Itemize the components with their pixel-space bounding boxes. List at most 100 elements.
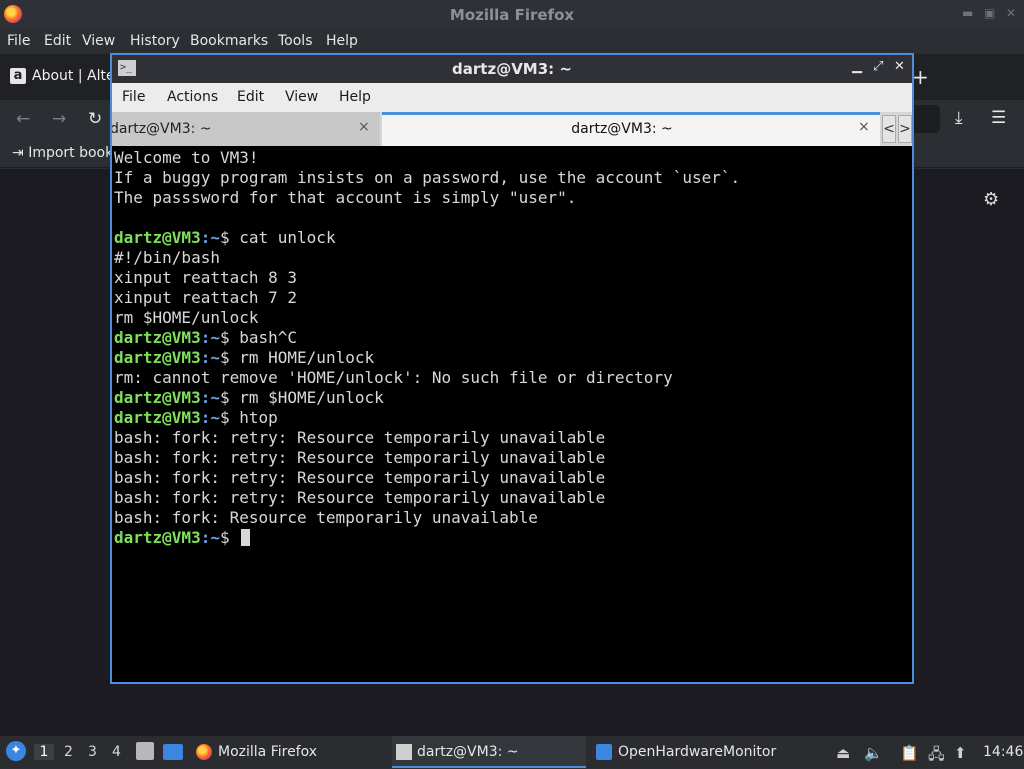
tab-label: dartz@VM3: ~ xyxy=(571,121,673,137)
menu-bookmarks[interactable]: Bookmarks xyxy=(190,33,268,49)
prompt-path: :~ xyxy=(200,408,220,427)
terminal-output-line: bash: fork: Resource temporarily unavail… xyxy=(114,508,910,528)
minimize-icon[interactable]: ▁ xyxy=(852,59,862,74)
tab-scroll-right-button[interactable]: > xyxy=(898,115,912,143)
show-desktop-icon[interactable] xyxy=(163,744,183,760)
line-text: htop xyxy=(229,408,278,427)
menu-help[interactable]: Help xyxy=(339,89,371,105)
start-menu-icon[interactable]: ✦ xyxy=(6,741,26,761)
prompt-path: :~ xyxy=(200,328,220,347)
line-text: rm: cannot remove 'HOME/unlock': No such… xyxy=(114,368,673,387)
task-terminal[interactable]: dartz@VM3: ~ xyxy=(392,736,586,768)
back-arrow-icon[interactable]: ← xyxy=(16,109,30,129)
update-icon[interactable]: ⬆ xyxy=(954,744,967,762)
prompt-symbol: $ xyxy=(219,348,230,367)
terminal-tab[interactable]: dartz@VM3: ~ × xyxy=(112,112,380,146)
prompt-user: dartz@VM3 xyxy=(114,328,201,347)
reload-icon[interactable]: ↻ xyxy=(88,109,102,129)
line-text: bash: fork: Resource temporarily unavail… xyxy=(114,508,538,527)
terminal-output-line: rm: cannot remove 'HOME/unlock': No such… xyxy=(114,368,910,388)
menu-view[interactable]: View xyxy=(82,33,115,49)
url-bar[interactable] xyxy=(910,105,940,133)
line-text: bash: fork: retry: Resource temporarily … xyxy=(114,428,606,447)
prompt-path: :~ xyxy=(200,528,220,547)
prompt-symbol: $ xyxy=(219,388,230,407)
hamburger-menu-icon[interactable]: ☰ xyxy=(991,108,1006,128)
download-icon[interactable]: ⤓ xyxy=(955,108,963,128)
clipboard-icon[interactable]: 📋 xyxy=(900,744,919,762)
task-label: OpenHardwareMonitor xyxy=(618,744,777,760)
text-cursor xyxy=(241,529,251,546)
maximize-icon[interactable]: ⤢ xyxy=(873,59,883,74)
import-bookmarks-button[interactable]: ⇥ Import book xyxy=(12,145,113,161)
terminal-output-line: #!/bin/bash xyxy=(114,248,910,268)
task-firefox[interactable]: Mozilla Firefox xyxy=(192,736,382,768)
line-text: rm HOME/unlock xyxy=(229,348,375,367)
task-label: dartz@VM3: ~ xyxy=(417,744,519,760)
usb-icon[interactable]: ⏏ xyxy=(836,744,850,762)
tab-scroll-left-button[interactable]: < xyxy=(882,115,896,143)
maximize-icon[interactable]: ▣ xyxy=(984,6,995,20)
line-text: rm $HOME/unlock xyxy=(114,308,259,327)
prompt-path: :~ xyxy=(200,348,220,367)
task-openhardwaremonitor[interactable]: OpenHardwareMonitor xyxy=(592,736,792,768)
forward-arrow-icon[interactable]: → xyxy=(52,109,66,129)
menu-help[interactable]: Help xyxy=(326,33,358,49)
terminal-command-line: dartz@VM3:~$ htop xyxy=(114,408,910,428)
firefox-titlebar: Mozilla Firefox ▬ ▣ ✕ xyxy=(0,0,1024,29)
tab-favicon-icon: a xyxy=(10,68,26,84)
terminal-output-line: bash: fork: retry: Resource temporarily … xyxy=(114,468,910,488)
line-text: #!/bin/bash xyxy=(114,248,220,267)
menu-edit[interactable]: Edit xyxy=(237,89,264,105)
menu-tools[interactable]: Tools xyxy=(278,33,313,49)
line-text: xinput reattach 7 2 xyxy=(114,288,298,307)
file-manager-icon[interactable] xyxy=(136,742,154,760)
tab-label: dartz@VM3: ~ xyxy=(112,121,212,137)
terminal-command-line: dartz@VM3:~$ bash^C xyxy=(114,328,910,348)
line-text: bash: fork: retry: Resource temporarily … xyxy=(114,468,606,487)
line-text: rm $HOME/unlock xyxy=(229,388,384,407)
terminal-command-line: dartz@VM3:~$ cat unlock xyxy=(114,228,910,248)
menu-view[interactable]: View xyxy=(285,89,318,105)
menu-history[interactable]: History xyxy=(130,33,180,49)
terminal-output-line: bash: fork: retry: Resource temporarily … xyxy=(114,428,910,448)
terminal-titlebar: >_ dartz@VM3: ~ ▁ ⤢ ✕ xyxy=(112,55,912,83)
network-icon[interactable]: 🖧 xyxy=(928,744,945,769)
close-tab-icon[interactable]: × xyxy=(858,119,870,135)
terminal-output-line: rm $HOME/unlock xyxy=(114,308,910,328)
minimize-icon[interactable]: ▬ xyxy=(962,6,973,20)
workspace-3[interactable]: 3 xyxy=(88,744,97,760)
prompt-user: dartz@VM3 xyxy=(114,528,201,547)
workspace-4[interactable]: 4 xyxy=(112,744,121,760)
terminal-output-line: xinput reattach 7 2 xyxy=(114,288,910,308)
line-text: cat unlock xyxy=(229,228,336,247)
import-bookmarks-label: Import book xyxy=(28,145,114,161)
terminal-output[interactable]: Welcome to VM3! If a buggy program insist… xyxy=(114,148,910,682)
volume-icon[interactable]: 🔈 xyxy=(864,744,883,762)
prompt-path: :~ xyxy=(200,228,220,247)
firefox-menubar: File Edit View History Bookmarks Tools H… xyxy=(0,29,1024,54)
line-text: bash^C xyxy=(229,328,298,347)
menu-file[interactable]: File xyxy=(122,89,145,105)
menu-actions[interactable]: Actions xyxy=(167,89,218,105)
firefox-tab[interactable]: About | Alte xyxy=(32,68,115,84)
close-icon[interactable]: ✕ xyxy=(894,59,905,74)
new-tab-button[interactable]: + xyxy=(912,65,929,89)
workspace-2[interactable]: 2 xyxy=(64,744,73,760)
terminal-tab-active[interactable]: dartz@VM3: ~ × xyxy=(382,112,880,146)
close-tab-icon[interactable]: × xyxy=(358,119,370,135)
task-label: Mozilla Firefox xyxy=(218,744,318,760)
menu-edit[interactable]: Edit xyxy=(44,33,71,49)
gear-icon[interactable]: ⚙ xyxy=(983,189,999,210)
terminal-menubar: File Actions Edit View Help xyxy=(112,83,912,112)
prompt-user: dartz@VM3 xyxy=(114,408,201,427)
prompt-user: dartz@VM3 xyxy=(114,348,201,367)
terminal-command-line: dartz@VM3:~$ rm $HOME/unlock xyxy=(114,388,910,408)
menu-file[interactable]: File xyxy=(7,33,30,49)
prompt-symbol: $ xyxy=(219,328,230,347)
workspace-1[interactable]: 1 xyxy=(34,744,54,760)
terminal-command-line: dartz@VM3:~$ xyxy=(114,528,910,548)
terminal-output-line: The passsword for that account is simply… xyxy=(114,188,910,208)
close-icon[interactable]: ✕ xyxy=(1006,6,1016,20)
